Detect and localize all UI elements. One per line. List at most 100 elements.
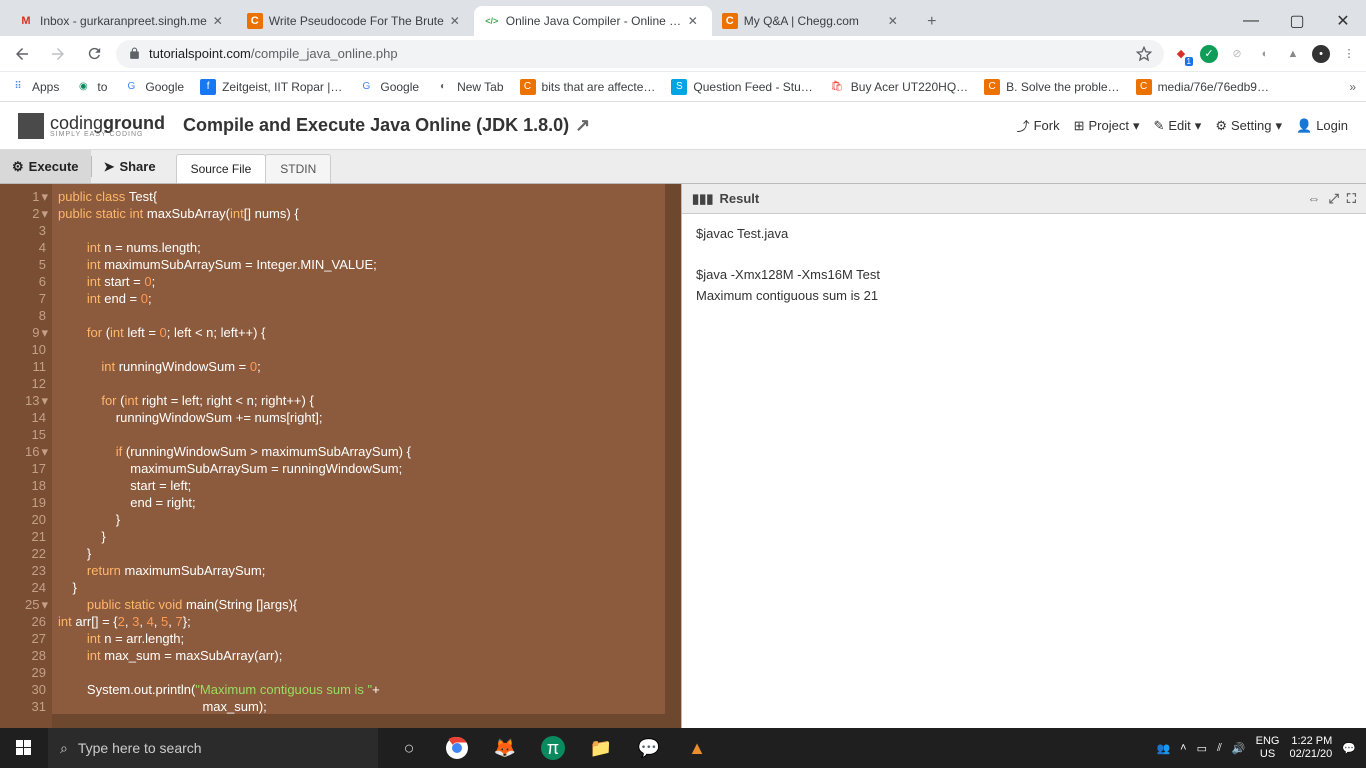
result-output[interactable]: $javac Test.java $java -Xmx128M -Xms16M … xyxy=(682,214,1366,728)
edit-button[interactable]: ✎Edit▾ xyxy=(1153,116,1201,135)
reload-button[interactable] xyxy=(80,40,108,68)
google-icon: G xyxy=(123,79,139,95)
fav-icon: ◉ xyxy=(75,79,91,95)
edit-icon[interactable]: ↗ xyxy=(575,115,590,136)
setting-button[interactable]: ⚙Setting▾ xyxy=(1215,116,1282,135)
tab-label: My Q&A | Chegg.com xyxy=(744,14,882,28)
language-indicator[interactable]: ENGUS xyxy=(1256,735,1280,761)
share-button[interactable]: ➤Share xyxy=(92,150,168,183)
tab-inbox[interactable]: M Inbox - gurkaranpreet.singh.me ✕ xyxy=(8,6,237,36)
close-icon[interactable]: ✕ xyxy=(688,14,702,28)
main-split: 1▾2▾3456789▾10111213▾141516▾171819202122… xyxy=(0,184,1366,728)
matlab-icon[interactable]: ▲ xyxy=(674,728,720,768)
expand-icon[interactable]: ⤢ xyxy=(1328,191,1338,207)
fork-button[interactable]: ⤴Fork xyxy=(1017,116,1060,135)
execute-button[interactable]: ⚙Execute xyxy=(0,150,91,183)
bookmark-item[interactable]: 🛍Buy Acer UT220HQ… xyxy=(829,79,968,95)
bookmark-star-icon[interactable] xyxy=(1136,46,1152,62)
bookmark-item[interactable]: GGoogle xyxy=(358,79,419,95)
windows-taskbar: ⌕ Type here to search ○ 🦊 π 📁 💬 ▲ 👥 ˄ ▭ … xyxy=(0,728,1366,768)
shop-icon: 🛍 xyxy=(829,79,845,95)
result-pane: ▮▮▮ Result ⇔ ⤢ ⛶ $javac Test.java $java … xyxy=(681,184,1366,728)
tray-chevron-icon[interactable]: ˄ xyxy=(1180,742,1186,754)
bookmark-item[interactable]: SQuestion Feed - Stu… xyxy=(671,79,812,95)
start-button[interactable] xyxy=(0,728,48,768)
bookmark-item[interactable]: Cbits that are affecte… xyxy=(520,79,656,95)
bm-label: Zeitgeist, IIT Ropar |… xyxy=(222,80,342,94)
people-icon[interactable]: 👥 xyxy=(1156,742,1170,755)
forward-button[interactable] xyxy=(44,40,72,68)
result-title: Result xyxy=(719,191,759,206)
apps-icon: ⠿ xyxy=(10,79,26,95)
header-actions: ⤴Fork ⊞Project▾ ✎Edit▾ ⚙Setting▾ 👤Login xyxy=(1017,116,1348,135)
maximize-button[interactable]: ▢ xyxy=(1274,6,1320,36)
vertical-scrollbar[interactable] xyxy=(665,184,681,728)
apps-button[interactable]: ⠿Apps xyxy=(10,79,59,95)
tab-stdin[interactable]: STDIN xyxy=(265,154,331,183)
bookmark-item[interactable]: GGoogle xyxy=(123,79,184,95)
bookmark-item[interactable]: ◐ New Tab xyxy=(435,79,503,95)
search-placeholder: Type here to search xyxy=(78,740,202,756)
tab-source-file[interactable]: Source File xyxy=(176,154,267,183)
project-icon: ⊞ xyxy=(1074,118,1085,134)
result-header: ▮▮▮ Result ⇔ ⤢ ⛶ xyxy=(682,184,1366,214)
bookmark-item[interactable]: f Zeitgeist, IIT Ropar |… xyxy=(200,79,342,95)
notifications-icon[interactable]: 💬 xyxy=(1342,742,1356,755)
ext-icon[interactable]: ⊘ xyxy=(1228,45,1246,63)
code-content[interactable]: public class Test{ public static int max… xyxy=(52,184,681,728)
ext-icon[interactable]: ◐ xyxy=(1256,45,1274,63)
url-input[interactable]: tutorialspoint.com/compile_java_online.p… xyxy=(116,40,1164,68)
tab-java-compiler[interactable]: </> Online Java Compiler - Online Ja ✕ xyxy=(474,6,712,36)
tab-chegg2[interactable]: C My Q&A | Chegg.com ✕ xyxy=(712,6,912,36)
menu-icon[interactable]: ⋮ xyxy=(1340,45,1358,63)
wifi-icon[interactable]: ⫽ xyxy=(1217,742,1222,755)
close-icon[interactable]: ✕ xyxy=(213,14,227,28)
ext-icon[interactable]: ▲ xyxy=(1284,45,1302,63)
bm-label: New Tab xyxy=(457,80,503,94)
facebook-icon: f xyxy=(200,79,216,95)
bookmark-item[interactable]: CB. Solve the proble… xyxy=(984,79,1119,95)
chevron-down-icon: ▾ xyxy=(1275,118,1282,134)
search-icon: ⌕ xyxy=(60,740,68,757)
new-tab-button[interactable]: + xyxy=(918,8,946,36)
chrome-icon[interactable] xyxy=(434,728,480,768)
ext-icon[interactable]: ✓ xyxy=(1200,45,1218,63)
bookmarks-overflow[interactable]: » xyxy=(1349,80,1356,94)
login-button[interactable]: 👤Login xyxy=(1296,116,1348,135)
minimize-button[interactable]: — xyxy=(1228,6,1274,36)
back-button[interactable] xyxy=(8,40,36,68)
tab-label: Write Pseudocode For The Brute xyxy=(269,14,444,28)
ext-icon[interactable]: ◆1 xyxy=(1172,45,1190,63)
close-window-button[interactable]: ✕ xyxy=(1320,6,1366,36)
user-icon: 👤 xyxy=(1296,118,1312,134)
file-tabs: Source File STDIN xyxy=(176,150,331,183)
lock-icon xyxy=(128,47,141,60)
project-button[interactable]: ⊞Project▾ xyxy=(1074,116,1140,135)
pi-icon[interactable]: π xyxy=(530,728,576,768)
clock[interactable]: 1:22 PM02/21/20 xyxy=(1289,735,1332,761)
chevron-down-icon: ▾ xyxy=(1133,118,1140,134)
logo[interactable]: codingground SIMPLY EASY CODING xyxy=(18,113,165,139)
bookmark-item[interactable]: ◉to xyxy=(75,79,107,95)
horizontal-scrollbar[interactable] xyxy=(52,714,665,728)
volume-icon[interactable]: 🔊 xyxy=(1232,742,1246,755)
tab-chegg1[interactable]: C Write Pseudocode For The Brute ✕ xyxy=(237,6,474,36)
battery-icon[interactable]: ▭ xyxy=(1197,742,1207,755)
bookmark-item[interactable]: Cmedia/76e/76edb9… xyxy=(1136,79,1269,95)
close-icon[interactable]: ✕ xyxy=(888,14,902,28)
explorer-icon[interactable]: 📁 xyxy=(578,728,624,768)
firefox-icon[interactable]: 🦊 xyxy=(482,728,528,768)
bm-label: Question Feed - Stu… xyxy=(693,80,812,94)
expand-icon[interactable]: ⇔ xyxy=(1307,191,1320,207)
avatar-icon[interactable]: • xyxy=(1312,45,1330,63)
bm-label: media/76e/76edb9… xyxy=(1158,80,1269,94)
code-editor[interactable]: 1▾2▾3456789▾10111213▾141516▾171819202122… xyxy=(0,184,681,728)
taskbar-search[interactable]: ⌕ Type here to search xyxy=(48,728,378,768)
share-icon: ➤ xyxy=(104,159,115,175)
close-icon[interactable]: ✕ xyxy=(450,14,464,28)
cortana-icon[interactable]: ○ xyxy=(386,728,432,768)
chrome-icon: ◐ xyxy=(435,79,451,95)
whatsapp-icon[interactable]: 💬 xyxy=(626,728,672,768)
editor-toolbar: ⚙Execute ➤Share Source File STDIN xyxy=(0,150,1366,184)
fullscreen-icon[interactable]: ⛶ xyxy=(1347,191,1356,207)
